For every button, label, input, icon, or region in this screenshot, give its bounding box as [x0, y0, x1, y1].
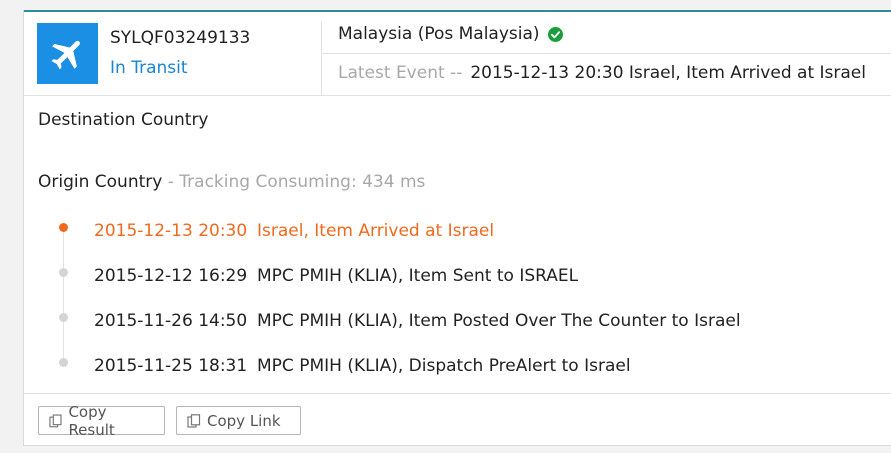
event-description: MPC PMIH (KLIA), Item Posted Over The Co…	[257, 311, 741, 331]
timeline-dot-active	[59, 223, 68, 232]
copy-icon	[187, 413, 201, 428]
latest-event: Latest Event -- 2015-12-13 20:30 Israel, …	[338, 63, 866, 83]
tracking-card: SYLQF03249133 In Transit Malaysia (Pos M…	[23, 10, 891, 446]
timeline-dot	[59, 358, 68, 367]
carrier-type-badge	[37, 23, 98, 84]
status-link[interactable]: In Transit	[110, 58, 188, 78]
timeline-line	[63, 224, 64, 366]
event-description: Israel, Item Arrived at Israel	[257, 221, 495, 241]
event-time: 2015-11-26 14:50	[94, 311, 248, 331]
card-footer: Copy Result Copy Link	[24, 393, 891, 447]
timeline-event: 2015-12-13 20:30 Israel, Item Arrived at…	[24, 215, 891, 241]
event-time: 2015-11-25 18:31	[94, 356, 248, 376]
timeline-dot	[59, 268, 68, 277]
tracking-header: SYLQF03249133 In Transit Malaysia (Pos M…	[24, 12, 891, 96]
timeline-event: 2015-12-12 16:29 MPC PMIH (KLIA), Item S…	[24, 260, 891, 286]
copy-result-label: Copy Result	[68, 402, 115, 439]
header-vertical-divider	[321, 21, 322, 95]
timeline-dot	[59, 313, 68, 322]
copy-link-label: Copy Link	[207, 411, 281, 430]
tracking-number: SYLQF03249133	[110, 28, 251, 48]
airplane-icon	[51, 40, 80, 69]
event-time: 2015-12-13 20:30	[94, 221, 248, 241]
latest-event-label: Latest Event --	[338, 63, 463, 83]
tracking-consuming-text: - Tracking Consuming: 434 ms	[162, 172, 426, 192]
destination-country-label: Destination Country	[38, 110, 209, 130]
latest-event-text: 2015-12-13 20:30 Israel, Item Arrived at…	[470, 63, 866, 83]
copy-result-button[interactable]: Copy Result	[38, 403, 165, 439]
carrier-label: Malaysia (Pos Malaysia)	[338, 24, 540, 44]
timeline-event: 2015-11-25 18:31 MPC PMIH (KLIA), Dispat…	[24, 350, 891, 376]
header-horizontal-divider	[322, 53, 891, 54]
check-circle-icon	[547, 26, 563, 42]
event-time: 2015-12-12 16:29	[94, 266, 248, 286]
copy-link-button[interactable]: Copy Link	[176, 406, 301, 435]
origin-country-label: Origin Country	[38, 172, 163, 192]
carrier-name: Malaysia (Pos Malaysia)	[338, 24, 563, 44]
event-description: MPC PMIH (KLIA), Dispatch PreAlert to Is…	[257, 356, 631, 376]
timeline-event: 2015-11-26 14:50 MPC PMIH (KLIA), Item P…	[24, 305, 891, 331]
event-description: MPC PMIH (KLIA), Item Sent to ISRAEL	[257, 266, 579, 286]
copy-icon	[49, 413, 62, 427]
origin-country-row: Origin Country - Tracking Consuming: 434…	[38, 172, 425, 192]
